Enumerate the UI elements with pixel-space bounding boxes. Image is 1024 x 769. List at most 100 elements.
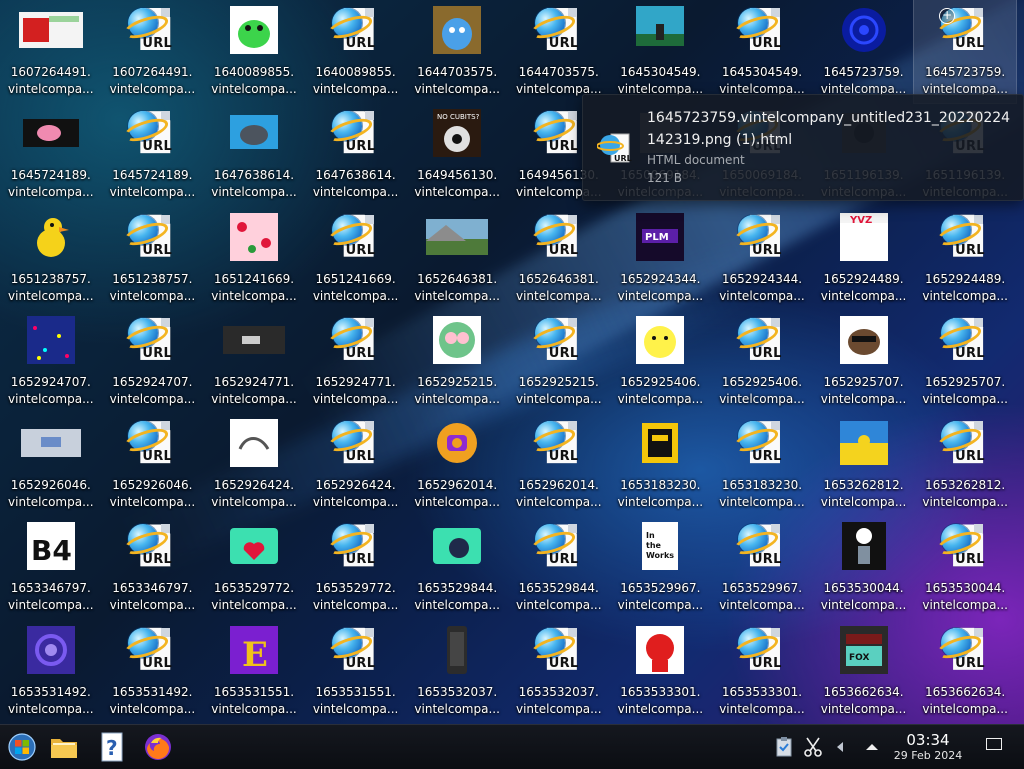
desktop-icon-image-file[interactable]: In the Works 1653529967. vintelcompa... [610,516,712,619]
desktop-icon-label: 1652925707. vintelcompa... [815,374,913,408]
desktop-icon-url-file[interactable]: URL 1652926424. vintelcompa... [305,413,407,516]
url-label-icon: URL [345,345,376,361]
desktop-icon-image-file[interactable]: 1651238757. vintelcompa... [0,207,102,310]
desktop-icon-image-file[interactable]: 1653531492. vintelcompa... [0,620,102,723]
desktop-icon-url-file[interactable]: URL 1645724189. vintelcompa... [102,103,204,206]
desktop-icon-url-file[interactable]: URL 1653529967. vintelcompa... [711,516,813,619]
desktop-icon-url-file[interactable]: URL 1652924707. vintelcompa... [102,310,204,413]
desktop-icon-url-file[interactable]: URL 1653530044. vintelcompa... [914,516,1016,619]
desktop-icon-image-file[interactable]: PLM 1652924344. vintelcompa... [610,207,712,310]
desktop-icon-label: 1652924771. vintelcompa... [205,374,303,408]
desktop-icon-image-file[interactable]: 1653262812. vintelcompa... [813,413,915,516]
desktop-icon-image-file[interactable]: NO CUBITS? 1649456130. vintelcompa... [406,103,508,206]
desktop-icon-image-file[interactable]: 1652646381. vintelcompa... [406,207,508,310]
desktop-icon-image-file[interactable]: 1653532037. vintelcompa... [406,620,508,723]
file-name-line1: 1652926046. [10,478,91,493]
desktop-icon-url-file[interactable]: URL 1652925406. vintelcompa... [711,310,813,413]
volume-icon[interactable] [828,735,852,759]
desktop-icon-label: 1652926046. vintelcompa... [2,477,100,511]
desktop-icon-image-file[interactable]: 1651241669. vintelcompa... [203,207,305,310]
desktop-icon-url-file[interactable]: URL 1644703575. vintelcompa... [508,0,610,103]
desktop-icon-image-file[interactable]: 1652926424. vintelcompa... [203,413,305,516]
desktop-icon-url-file[interactable]: URL 1653262812. vintelcompa... [914,413,1016,516]
desktop-icon-url-file[interactable]: URL 1653346797. vintelcompa... [102,516,204,619]
file-name-line2: vintelcompa... [820,391,907,406]
desktop-icon-url-file[interactable]: URL 1653532037. vintelcompa... [508,620,610,723]
desktop-icon-image-file[interactable]: 1652925406. vintelcompa... [610,310,712,413]
desktop-icon-image-file[interactable]: 1645724189. vintelcompa... [0,103,102,206]
desktop-icon-url-file[interactable]: URL 1653529772. vintelcompa... [305,516,407,619]
desktop-icon-url-file[interactable]: URL 1647638614. vintelcompa... [305,103,407,206]
desktop-icon-url-file[interactable]: URL 1651241669. vintelcompa... [305,207,407,310]
file-manager-icon[interactable] [48,731,80,763]
start-menu-icon[interactable] [6,731,38,763]
desktop-icon-image-file[interactable]: 1653183230. vintelcompa... [610,413,712,516]
desktop-icon-url-file[interactable]: URL 1653183230. vintelcompa... [711,413,813,516]
desktop-icon-label: 1644703575. vintelcompa... [408,64,506,98]
desktop-icon-url-file[interactable]: URL 1653531492. vintelcompa... [102,620,204,723]
desktop-icon-image-file[interactable]: 1647638614. vintelcompa... [203,103,305,206]
help-icon[interactable]: ? [96,731,128,763]
file-name-line2: vintelcompa... [719,701,805,716]
system-clock[interactable]: 03:34 29 Feb 2024 [888,731,968,763]
desktop-icon-image-file[interactable]: 1653533301. vintelcompa... [610,620,712,723]
desktop-icon-url-file[interactable]: URL 1652924771. vintelcompa... [305,310,407,413]
desktop-icon-url-file[interactable]: URL 1652924344. vintelcompa... [711,207,813,310]
desktop-icon-image-file[interactable]: 1645304549. vintelcompa... [610,0,712,103]
file-name-line2: vintelcompa... [617,701,704,716]
desktop-icon-url-file[interactable]: URL + 1645723759. vintelcompa... [913,0,1017,105]
file-name-line1: 1651241669. [213,271,295,286]
desktop-icon-image-file[interactable]: 1652924707. vintelcompa... [0,310,102,413]
url-file-icon: URL [730,213,794,261]
desktop-icon-image-file[interactable]: E 1653531551. vintelcompa... [203,620,305,723]
file-name-line2: vintelcompa... [109,598,196,613]
file-name-line1: 1651238757. [112,271,193,286]
desktop-icon-image-file[interactable]: 1652962014. vintelcompa... [406,413,508,516]
desktop-icon-image-file[interactable]: 1652925215. vintelcompa... [406,310,508,413]
desktop-icon-image-file[interactable]: 1644703575. vintelcompa... [406,0,508,103]
desktop-icon-url-file[interactable]: URL 1607264491. vintelcompa... [102,0,204,103]
desktop-icon-image-file[interactable]: 1652926046. vintelcompa... [0,413,102,516]
desktop-icon-image-file[interactable]: YVZ 1652924489. vintelcompa... [813,207,915,310]
show-desktop-button[interactable] [986,738,1002,750]
desktop-icon-url-file[interactable]: URL 1653531551. vintelcompa... [305,620,407,723]
desktop-icon-url-file[interactable]: URL 1645304549. vintelcompa... [711,0,813,103]
file-name-line1: 1645723759. [823,65,904,79]
desktop-icon-image-file[interactable]: 1645723759. vintelcompa... [813,0,915,103]
desktop-icon-image-file[interactable]: 1652925707. vintelcompa... [813,310,915,413]
desktop-icon-label: 1653530044. vintelcompa... [916,580,1014,614]
desktop-icon-url-file[interactable]: URL 1653662634. vintelcompa... [914,620,1016,723]
scissors-icon[interactable] [801,735,825,759]
desktop-icon-label: 1653262812. vintelcompa... [916,477,1014,511]
desktop-icon-url-file[interactable]: URL 1652925215. vintelcompa... [508,310,610,413]
desktop-icon-image-file[interactable]: 1653530044. vintelcompa... [813,516,915,619]
desktop-icon-label: 1640089855. vintelcompa... [205,64,303,98]
desktop-icon-image-file[interactable]: 1652924771. vintelcompa... [203,310,305,413]
desktop-icon-url-file[interactable]: URL 1640089855. vintelcompa... [305,0,407,103]
firefox-icon[interactable] [142,731,174,763]
file-name-line1: 1652646381. [417,271,498,286]
file-name-line1: 1651238757. [10,271,91,286]
file-name-line2: vintelcompa... [8,391,94,406]
desktop-icon-image-file[interactable]: B4 1653346797. vintelcompa... [0,516,102,619]
desktop-icon-image-file[interactable]: FOX 1653662634. vintelcompa... [813,620,915,723]
desktop-icon-image-file[interactable]: 1653529844. vintelcompa... [406,516,508,619]
desktop-icon-url-file[interactable]: URL 1652646381. vintelcompa... [508,207,610,310]
desktop-icon-url-file[interactable]: URL 1652924489. vintelcompa... [914,207,1016,310]
desktop-icon-url-file[interactable]: URL 1652925707. vintelcompa... [914,310,1016,413]
file-name-line1: 1607264491. [112,65,193,79]
desktop-icon-url-file[interactable]: URL 1651238757. vintelcompa... [102,207,204,310]
clipboard-icon[interactable] [772,735,796,759]
desktop-icon-url-file[interactable]: URL 1653529844. vintelcompa... [508,516,610,619]
file-name-line1: 1653346797. [10,581,91,596]
file-name-line1: 1652924771. [213,374,295,389]
svg-text:URL: URL [614,154,632,163]
desktop-icon-image-file[interactable]: 1640089855. vintelcompa... [203,0,305,103]
desktop-icon-image-file[interactable]: 1653529772. vintelcompa... [203,516,305,619]
desktop-icon-url-file[interactable]: URL 1653533301. vintelcompa... [711,620,813,723]
desktop-icon-url-file[interactable]: URL 1652926046. vintelcompa... [102,413,204,516]
desktop-icon-image-file[interactable]: 1607264491. vintelcompa... [0,0,102,103]
desktop-icon-url-file[interactable]: URL 1652962014. vintelcompa... [508,413,610,516]
chevron-up-icon[interactable] [860,735,884,759]
file-name-line2: vintelcompa... [211,288,297,303]
